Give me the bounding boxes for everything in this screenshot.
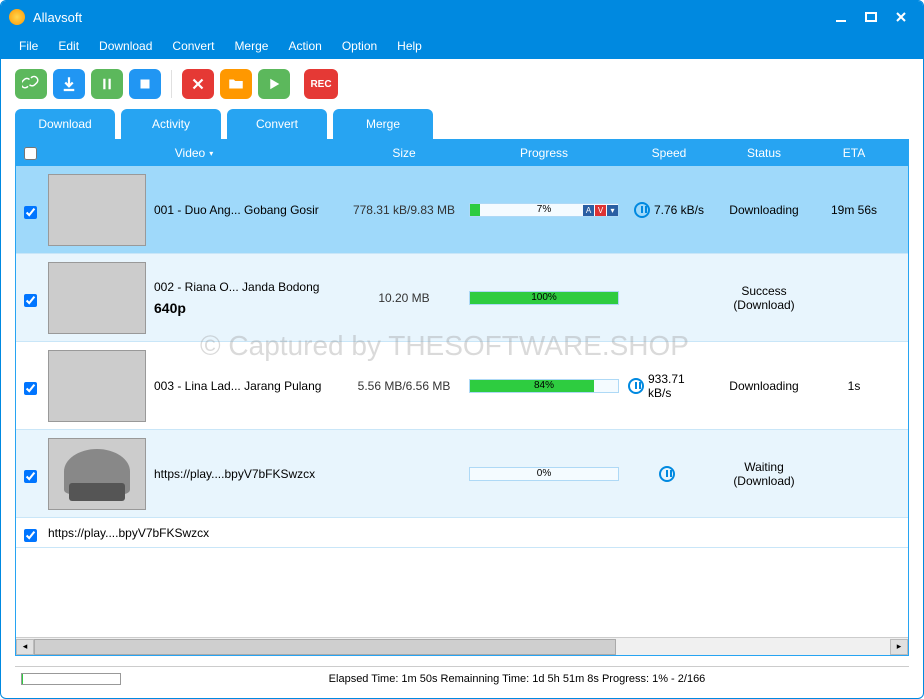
- status-cell: Downloading: [714, 375, 814, 397]
- close-button[interactable]: [887, 7, 915, 27]
- menu-action[interactable]: Action: [278, 35, 331, 57]
- tab-convert[interactable]: Convert: [227, 109, 327, 139]
- progress-bar: 0%: [469, 467, 619, 481]
- tab-merge[interactable]: Merge: [333, 109, 433, 139]
- video-title: https://play....bpyV7bFKSwzcx: [48, 526, 209, 540]
- sort-indicator-icon: ▾: [209, 149, 213, 158]
- size-cell: 5.56 MB/6.56 MB: [344, 375, 464, 397]
- status-cell: [714, 529, 814, 537]
- table-header: Video▾ Size Progress Speed Status ETA: [16, 140, 908, 166]
- table-row[interactable]: https://play....bpyV7bFKSwzcx: [16, 518, 908, 548]
- row-checkbox[interactable]: [24, 382, 37, 395]
- table-row[interactable]: 002 - Riana O... Janda Bodong 640p 10.20…: [16, 254, 908, 342]
- app-icon: [9, 9, 25, 25]
- tab-activity[interactable]: Activity: [121, 109, 221, 139]
- size-cell: [344, 529, 464, 537]
- size-cell: 10.20 MB: [344, 287, 464, 309]
- eta-cell: 1s: [814, 375, 894, 397]
- col-eta[interactable]: ETA: [814, 146, 894, 160]
- video-title: 002 - Riana O... Janda Bodong: [154, 280, 319, 294]
- status-cell: Success (Download): [714, 280, 814, 316]
- size-cell: [344, 470, 464, 478]
- minimize-button[interactable]: [827, 7, 855, 27]
- play-button[interactable]: [258, 69, 290, 99]
- progress-label: 100%: [531, 292, 557, 303]
- row-checkbox[interactable]: [24, 206, 37, 219]
- download-table: Video▾ Size Progress Speed Status ETA 00…: [15, 139, 909, 656]
- delete-button[interactable]: [182, 69, 214, 99]
- row-action-icons[interactable]: AV▾: [583, 205, 618, 216]
- size-cell: 778.31 kB/9.83 MB: [344, 199, 464, 221]
- paste-url-button[interactable]: [15, 69, 47, 99]
- col-progress[interactable]: Progress: [464, 146, 624, 160]
- speed-value: 7.76 kB/s: [654, 203, 704, 217]
- col-size[interactable]: Size: [344, 146, 464, 160]
- tab-download[interactable]: Download: [15, 109, 115, 139]
- horizontal-scrollbar[interactable]: ◂ ▸: [16, 637, 908, 655]
- video-thumbnail: [48, 262, 146, 334]
- menubar: File Edit Download Convert Merge Action …: [1, 33, 923, 59]
- status-cell: Downloading: [714, 199, 814, 221]
- eta-cell: [814, 294, 894, 302]
- menu-download[interactable]: Download: [89, 35, 162, 57]
- scroll-left-icon[interactable]: ◂: [16, 639, 34, 655]
- col-speed[interactable]: Speed: [624, 146, 714, 160]
- titlebar: Allavsoft: [1, 1, 923, 33]
- progress-label: 84%: [534, 380, 554, 391]
- menu-option[interactable]: Option: [332, 35, 387, 57]
- row-checkbox[interactable]: [24, 294, 37, 307]
- pause-icon[interactable]: [659, 466, 675, 482]
- table-row[interactable]: https://play....bpyV7bFKSwzcx 0% Waiting…: [16, 430, 908, 518]
- toolbar: REC: [1, 59, 923, 109]
- menu-merge[interactable]: Merge: [224, 35, 278, 57]
- col-video[interactable]: Video▾: [44, 146, 344, 160]
- menu-help[interactable]: Help: [387, 35, 432, 57]
- progress-label: 7%: [537, 204, 551, 215]
- open-folder-button[interactable]: [220, 69, 252, 99]
- pause-icon[interactable]: [634, 202, 650, 218]
- maximize-button[interactable]: [857, 7, 885, 27]
- download-start-button[interactable]: [53, 69, 85, 99]
- eta-cell: 19m 56s: [814, 199, 894, 221]
- record-label: REC: [310, 79, 331, 90]
- eta-cell: [814, 529, 894, 537]
- col-status[interactable]: Status: [714, 146, 814, 160]
- video-title: 001 - Duo Ang... Gobang Gosir: [154, 203, 319, 217]
- row-checkbox[interactable]: [24, 529, 37, 542]
- speed-value: 933.71 kB/s: [648, 372, 710, 400]
- pause-icon[interactable]: [628, 378, 644, 394]
- menu-convert[interactable]: Convert: [162, 35, 224, 57]
- video-title: https://play....bpyV7bFKSwzcx: [154, 467, 315, 481]
- video-title: 003 - Lina Lad... Jarang Pulang: [154, 379, 321, 393]
- video-thumbnail: [48, 350, 146, 422]
- overall-progress-bar: [21, 673, 121, 685]
- scroll-right-icon[interactable]: ▸: [890, 639, 908, 655]
- select-all-checkbox[interactable]: [24, 147, 37, 160]
- tab-strip: Download Activity Convert Merge: [15, 109, 909, 139]
- pause-button[interactable]: [91, 69, 123, 99]
- stop-button[interactable]: [129, 69, 161, 99]
- progress-bar: 84%: [469, 379, 619, 393]
- progress-bar: 100%: [469, 291, 619, 305]
- table-row[interactable]: 001 - Duo Ang... Gobang Gosir 778.31 kB/…: [16, 166, 908, 254]
- eta-cell: [814, 470, 894, 478]
- toolbar-separator: [171, 70, 172, 98]
- quality-badge: 640p: [154, 300, 319, 316]
- video-thumbnail: [48, 174, 146, 246]
- table-row[interactable]: 003 - Lina Lad... Jarang Pulang 5.56 MB/…: [16, 342, 908, 430]
- menu-file[interactable]: File: [9, 35, 48, 57]
- record-button[interactable]: REC: [304, 69, 338, 99]
- scroll-thumb[interactable]: [34, 639, 616, 655]
- video-thumbnail: [48, 438, 146, 510]
- menu-edit[interactable]: Edit: [48, 35, 89, 57]
- status-text: Elapsed Time: 1m 50s Remainning Time: 1d…: [131, 673, 903, 685]
- progress-label: 0%: [537, 468, 551, 479]
- app-title: Allavsoft: [33, 10, 825, 25]
- row-checkbox[interactable]: [24, 470, 37, 483]
- status-cell: Waiting (Download): [714, 456, 814, 492]
- statusbar: Elapsed Time: 1m 50s Remainning Time: 1d…: [15, 666, 909, 690]
